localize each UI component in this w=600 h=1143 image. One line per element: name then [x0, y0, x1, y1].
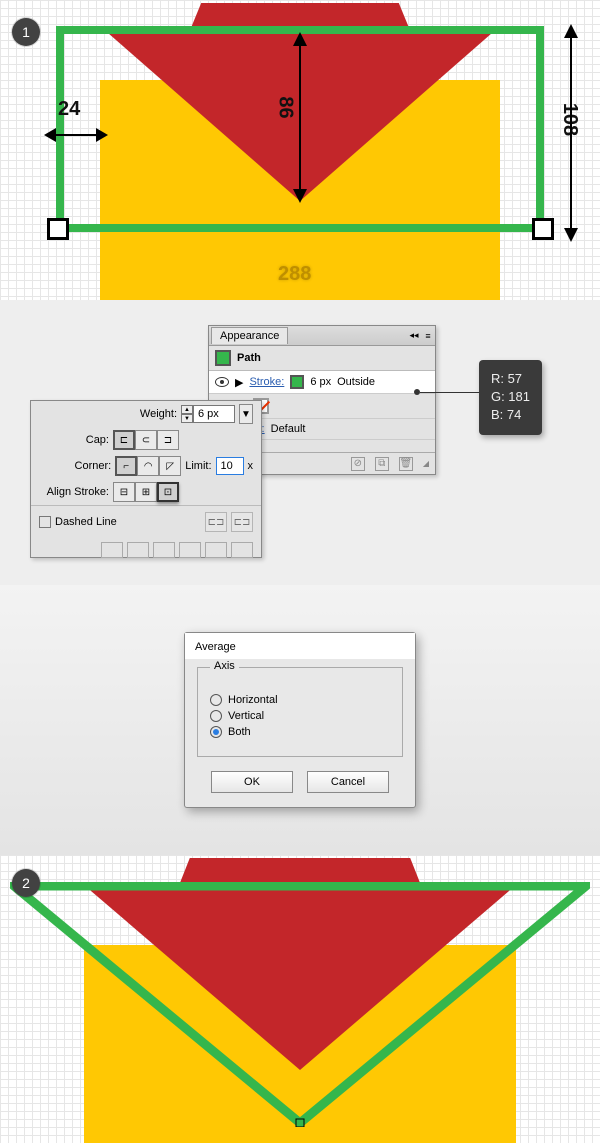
appearance-tab[interactable]: Appearance: [211, 327, 288, 344]
radio-vertical-label: Vertical: [228, 710, 264, 722]
radio-vertical[interactable]: [210, 710, 222, 722]
cap-group: ⊏ ⊂ ⊐: [113, 430, 179, 450]
panels-area-1: Appearance ◂◂ ≡ Path ▶ Stroke: 6 px Outs…: [0, 300, 600, 585]
panel-collapse-icon[interactable]: ◂◂: [407, 330, 421, 341]
appearance-tabbar: Appearance ◂◂ ≡: [209, 326, 435, 346]
arrowhead-up: [293, 32, 307, 46]
radio-both-label: Both: [228, 726, 251, 738]
rgb-tooltip: R: 57 G: 181 B: 74: [479, 360, 542, 435]
arrowhead-down-r: [564, 228, 578, 242]
stroke-size-label: 6 px: [310, 376, 331, 388]
align-center-icon[interactable]: ⊟: [113, 482, 135, 502]
expand-triangle-icon[interactable]: ▶: [235, 376, 243, 389]
weight-label: Weight:: [140, 408, 177, 420]
dashed-checkbox[interactable]: [39, 516, 51, 528]
arrowhead-left: [44, 128, 56, 142]
weight-dropdown-icon[interactable]: ▼: [239, 404, 253, 424]
opacity-value: Default: [271, 423, 306, 435]
arrow-gap: [54, 134, 98, 136]
corner-round-icon[interactable]: ◠: [137, 456, 159, 476]
stroke-link[interactable]: Stroke:: [249, 376, 284, 388]
cancel-button[interactable]: Cancel: [307, 771, 389, 793]
arrowhead-right: [96, 128, 108, 142]
limit-label: Limit:: [185, 460, 211, 472]
appearance-path-label: Path: [237, 352, 261, 364]
appearance-swatch-main[interactable]: [215, 350, 231, 366]
average-dialog[interactable]: Average Axis Horizontal Vertical Both OK…: [184, 632, 416, 808]
triangle-path[interactable]: [10, 882, 590, 1127]
dimension-gap: 24: [58, 98, 80, 121]
weight-stepper[interactable]: ▲ ▼: [181, 405, 235, 423]
cap-label: Cap:: [86, 434, 109, 446]
visibility-eye-icon[interactable]: [215, 377, 229, 387]
cap-butt-icon[interactable]: ⊏: [113, 430, 135, 450]
stroke-color-swatch[interactable]: [290, 375, 304, 389]
panel-menu-icon[interactable]: ≡: [421, 331, 435, 341]
cap-round-icon[interactable]: ⊂: [135, 430, 157, 450]
step-badge-2: 2: [12, 869, 40, 897]
axis-legend: Axis: [210, 660, 239, 672]
rgb-g: G: 181: [491, 388, 530, 406]
step-badge-1: 1: [12, 18, 40, 46]
limit-input[interactable]: [216, 457, 244, 475]
stroke-align-label: Outside: [337, 376, 375, 388]
dashed-label: Dashed Line: [55, 516, 117, 528]
align-stroke-group: ⊟ ⊞ ⊡: [113, 482, 179, 502]
callout-line: [420, 392, 480, 393]
corner-bevel-icon[interactable]: ◸: [159, 456, 181, 476]
panel-resize-icon[interactable]: ◢: [423, 459, 429, 468]
no-icon[interactable]: ⊘: [351, 457, 365, 471]
corner-label: Corner:: [75, 460, 112, 472]
dimension-width: 288: [278, 263, 311, 286]
resize-handle-se[interactable]: [532, 218, 554, 240]
trash-icon[interactable]: 🗑: [399, 457, 413, 471]
arrowhead-down: [293, 189, 307, 203]
align-outside-icon[interactable]: ⊡: [157, 482, 179, 502]
arrow-right-vertical: [570, 32, 572, 232]
arrow-vertical: [299, 38, 301, 193]
radio-horizontal-label: Horizontal: [228, 694, 278, 706]
axis-fieldset: Axis Horizontal Vertical Both: [197, 667, 403, 757]
radio-both[interactable]: [210, 726, 222, 738]
rgb-r: R: 57: [491, 370, 530, 388]
dash-inputs: [31, 538, 261, 562]
ok-button[interactable]: OK: [211, 771, 293, 793]
rgb-b: B: 74: [491, 406, 530, 424]
align-inside-icon[interactable]: ⊞: [135, 482, 157, 502]
weight-up-icon[interactable]: ▲: [181, 405, 193, 414]
corner-miter-icon[interactable]: ⌐: [115, 456, 137, 476]
limit-suffix: x: [248, 460, 254, 472]
corner-group: ⌐ ◠ ◸: [115, 456, 181, 476]
weight-input[interactable]: [193, 405, 235, 423]
cap-projecting-icon[interactable]: ⊐: [157, 430, 179, 450]
canvas-step-1: 1 288 108 86 24: [0, 0, 600, 300]
duplicate-icon[interactable]: ⧉: [375, 457, 389, 471]
align-stroke-label: Align Stroke:: [47, 486, 109, 498]
dimension-depth: 86: [274, 96, 297, 118]
radio-horizontal[interactable]: [210, 694, 222, 706]
panels-area-2: Average Axis Horizontal Vertical Both OK…: [0, 585, 600, 855]
canvas-step-2: 2: [0, 855, 600, 1143]
weight-down-icon[interactable]: ▼: [181, 414, 193, 423]
stroke-panel[interactable]: Weight: ▲ ▼ ▼ Cap: ⊏ ⊂ ⊐ Corner: ⌐: [30, 400, 262, 558]
dash-preserve-icon: ⊏⊐: [205, 512, 227, 532]
average-title: Average: [185, 633, 415, 659]
arrowhead-up-r: [564, 24, 578, 38]
dash-align-icon: ⊏⊐: [231, 512, 253, 532]
resize-handle-sw[interactable]: [47, 218, 69, 240]
